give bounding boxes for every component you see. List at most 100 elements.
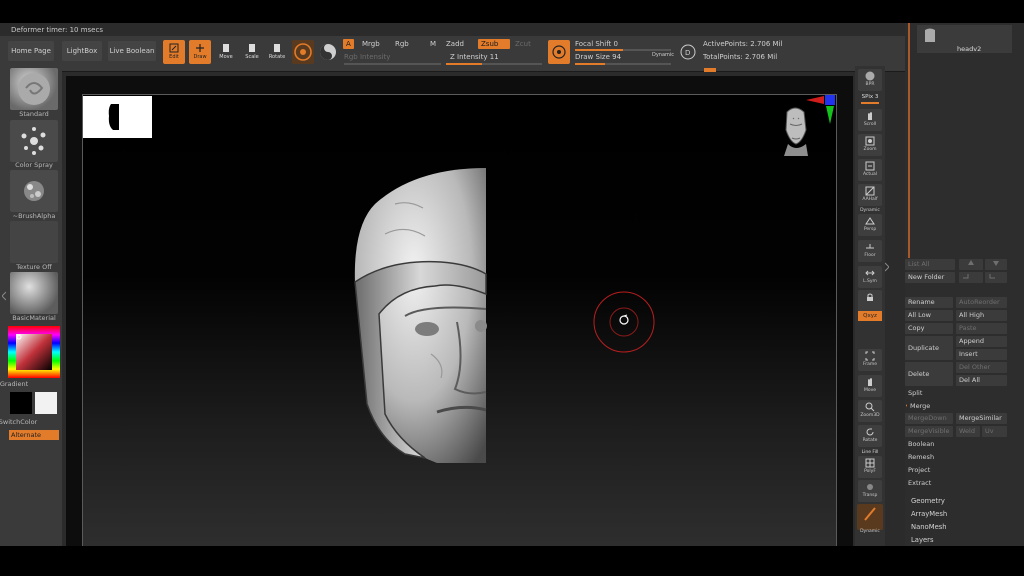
home-page-button[interactable]: Home Page: [8, 41, 54, 61]
texture-thumbnail[interactable]: [10, 221, 58, 263]
paste-button[interactable]: Paste: [956, 323, 1007, 334]
secondary-color-swatch[interactable]: [35, 392, 57, 414]
material-thumbnail[interactable]: [10, 272, 58, 314]
uv-button[interactable]: Uv: [982, 426, 1007, 437]
alpha-thumbnail[interactable]: [10, 170, 58, 212]
append-button[interactable]: Append: [956, 336, 1007, 347]
draw-size-slider[interactable]: Draw Size 94: [575, 53, 621, 61]
bpr-button[interactable]: BPR: [858, 69, 882, 91]
brush-alpha-icon: [24, 181, 44, 201]
auto-reorder-button[interactable]: AutoReorder: [956, 297, 1007, 308]
scroll-button[interactable]: Scroll: [858, 109, 882, 131]
move-up-button[interactable]: [959, 259, 983, 270]
move-down-button[interactable]: [985, 259, 1007, 270]
move-button[interactable]: Move: [215, 40, 237, 64]
project-menu[interactable]: Project: [905, 465, 1007, 476]
a-toggle[interactable]: A: [343, 39, 354, 49]
weld-button[interactable]: Weld: [956, 426, 980, 437]
right-tray-arrow[interactable]: [884, 261, 890, 273]
geometry-section[interactable]: Geometry: [911, 497, 945, 505]
switch-color-button[interactable]: SwitchColor: [0, 418, 52, 426]
arrow-left-button[interactable]: [959, 272, 983, 283]
navigator-thumbnail[interactable]: [83, 96, 152, 138]
rotate-button[interactable]: Rotate: [266, 40, 288, 64]
scale-icon: [249, 44, 255, 52]
main-color-swatch[interactable]: [10, 392, 32, 414]
polyf-button[interactable]: PolyF: [858, 456, 882, 478]
all-high-button[interactable]: All High: [956, 310, 1007, 321]
material-sphere-button[interactable]: [318, 41, 338, 63]
lightbox-button[interactable]: LightBox: [62, 41, 102, 61]
layers-section[interactable]: Layers: [911, 536, 934, 544]
scale-button[interactable]: Scale: [241, 40, 263, 64]
remesh-menu[interactable]: Remesh: [905, 452, 1007, 463]
focal-shift-slider[interactable]: Focal Shift 0: [575, 40, 618, 48]
lsym-button[interactable]: L.Sym: [858, 266, 882, 288]
del-other-button[interactable]: Del Other: [956, 362, 1007, 373]
zcut-button[interactable]: Zcut: [515, 40, 531, 48]
spix-slider[interactable]: SPix 3: [858, 94, 882, 100]
subtool-scrollbar[interactable]: [908, 23, 910, 258]
draw-icon: [196, 44, 204, 52]
boolean-menu[interactable]: Boolean: [905, 439, 1007, 450]
mrgb-button[interactable]: Mrgb: [362, 40, 380, 48]
material-label: BasicMaterial: [12, 314, 56, 322]
aahalf-button[interactable]: AAHalf: [858, 184, 882, 206]
left-tray-arrow[interactable]: [1, 290, 7, 302]
rgb-intensity-track[interactable]: [344, 63, 441, 65]
extract-menu[interactable]: Extract: [905, 478, 1007, 489]
persp-button[interactable]: Persp: [858, 214, 882, 236]
stroke-mode-button[interactable]: [548, 40, 570, 64]
split-menu[interactable]: Split: [905, 388, 1007, 399]
rgb-button[interactable]: Rgb: [395, 40, 409, 48]
stroke-thumbnail[interactable]: [10, 120, 58, 162]
rename-button[interactable]: Rename: [905, 297, 953, 308]
merge-down-button[interactable]: MergeDown: [905, 413, 953, 424]
zoom3d-button[interactable]: Zoom3D: [858, 400, 882, 422]
dynamic-brush-button[interactable]: Dynamic: [857, 504, 883, 534]
alternate-button[interactable]: Alternate: [9, 430, 59, 440]
chevron-right-icon: [884, 262, 890, 272]
actual-button[interactable]: Actual: [858, 159, 882, 181]
list-all-button[interactable]: List All: [905, 259, 955, 270]
dynamic-persp-toggle[interactable]: Dynamic: [858, 208, 882, 213]
copy-button[interactable]: Copy: [905, 323, 953, 334]
xyz-button[interactable]: Qxyz: [858, 311, 882, 321]
zsub-button[interactable]: Zsub: [478, 39, 510, 49]
merge-visible-button[interactable]: MergeVisible: [905, 426, 953, 437]
insert-button[interactable]: Insert: [956, 349, 1007, 360]
points-indicator: [704, 68, 716, 72]
transp-button[interactable]: Transp: [858, 480, 882, 502]
draw-button[interactable]: Draw: [189, 40, 211, 64]
brush-icon-button[interactable]: [292, 40, 314, 64]
merge-menu[interactable]: Merge: [907, 401, 1007, 412]
floor-button[interactable]: Floor: [858, 240, 882, 262]
move-view-button[interactable]: Move: [858, 375, 882, 397]
color-picker[interactable]: [8, 326, 60, 378]
z-intensity-slider[interactable]: Z Intensity 11: [450, 53, 499, 61]
del-all-button[interactable]: Del All: [956, 375, 1007, 386]
delete-button[interactable]: Delete: [905, 362, 953, 386]
zadd-button[interactable]: Zadd: [446, 40, 464, 48]
zoom-button[interactable]: Zoom: [858, 134, 882, 156]
d-button[interactable]: D: [678, 41, 698, 63]
merge-similar-button[interactable]: MergeSimilar: [956, 413, 1007, 424]
nanomesh-section[interactable]: NanoMesh: [911, 523, 947, 531]
arraymesh-section[interactable]: ArrayMesh: [911, 510, 947, 518]
lock-button[interactable]: [858, 290, 882, 312]
duplicate-button[interactable]: Duplicate: [905, 336, 953, 360]
bpr-sphere-icon: [865, 71, 875, 81]
rgb-intensity-slider[interactable]: Rgb Intensity: [344, 53, 390, 61]
orientation-gizmo[interactable]: [780, 94, 838, 164]
arrow-right-button[interactable]: [985, 272, 1007, 283]
m-button[interactable]: M: [430, 40, 436, 48]
subtool-entry[interactable]: headv2: [917, 25, 1012, 53]
dynamic-toggle[interactable]: Dynamic: [652, 52, 674, 58]
all-low-button[interactable]: All Low: [905, 310, 953, 321]
brush-thumbnail[interactable]: [10, 68, 58, 110]
frame-button[interactable]: Frame: [858, 349, 882, 371]
new-folder-button[interactable]: New Folder: [905, 272, 955, 283]
live-boolean-button[interactable]: Live Boolean: [108, 41, 156, 61]
rotate-view-button[interactable]: Rotate: [858, 425, 882, 447]
edit-button[interactable]: Edit: [163, 40, 185, 64]
